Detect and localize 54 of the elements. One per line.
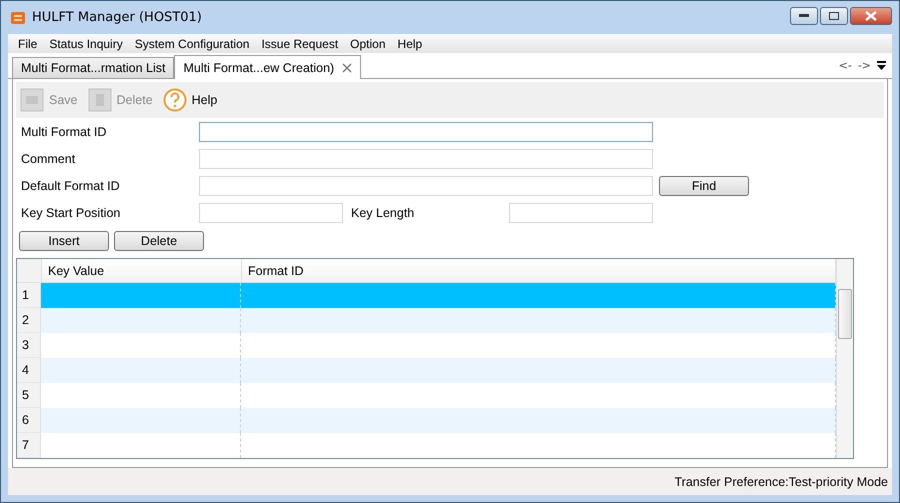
row-number: 6 bbox=[17, 408, 41, 433]
previous-tab-link[interactable]: <- bbox=[838, 59, 852, 72]
tab[interactable]: Multi Format...ew Creation) bbox=[174, 55, 362, 79]
input-field[interactable] bbox=[509, 203, 653, 223]
row-number: 2 bbox=[17, 308, 41, 333]
menu-item[interactable]: System Configuration bbox=[128, 36, 256, 50]
close-icon[interactable] bbox=[342, 62, 352, 72]
trash-icon bbox=[88, 88, 112, 112]
field-label: Comment bbox=[21, 152, 76, 166]
input-field[interactable] bbox=[199, 122, 653, 142]
close-button[interactable] bbox=[850, 6, 892, 24]
table-row[interactable]: 3 bbox=[17, 333, 836, 358]
help-icon bbox=[162, 88, 187, 112]
insert-button[interactable]: Insert bbox=[19, 231, 109, 251]
input-field[interactable] bbox=[199, 176, 653, 196]
status-text: Transfer Preference:Test-priority Mode bbox=[674, 474, 888, 488]
tab[interactable]: Multi Format...rmation List bbox=[12, 57, 174, 78]
field-label: Default Format ID bbox=[21, 179, 121, 193]
scrollbar[interactable] bbox=[836, 259, 853, 458]
row-number: 1 bbox=[17, 283, 41, 308]
dropdown-icon[interactable] bbox=[877, 60, 886, 70]
table-row[interactable]: 1 bbox=[17, 283, 836, 308]
menu-item[interactable]: Help bbox=[392, 36, 428, 50]
table-row[interactable]: 7 bbox=[17, 433, 836, 458]
app-logo-icon bbox=[10, 10, 26, 26]
field-label: Multi Format ID bbox=[21, 125, 108, 139]
close-icon bbox=[865, 10, 877, 20]
maximize-button[interactable] bbox=[820, 6, 848, 24]
menu-item[interactable]: Issue Request bbox=[255, 36, 344, 50]
input-field[interactable] bbox=[199, 203, 343, 223]
row-number: 3 bbox=[17, 333, 41, 358]
minimize-icon bbox=[799, 14, 809, 18]
maximize-icon bbox=[829, 12, 839, 20]
column-header[interactable]: Key Value bbox=[42, 259, 242, 282]
window-title: HULFT Manager (HOST01) bbox=[32, 10, 202, 25]
find-button[interactable]: Find bbox=[659, 176, 749, 196]
row-number: 4 bbox=[17, 358, 41, 383]
menu-item[interactable]: Option bbox=[344, 36, 392, 50]
minimize-button[interactable] bbox=[790, 6, 818, 24]
delete-row-button[interactable]: Delete bbox=[114, 231, 204, 251]
field-label: Key Start Position bbox=[21, 206, 122, 220]
row-number: 7 bbox=[17, 433, 41, 458]
field-label: Key Length bbox=[350, 206, 416, 220]
menu-item[interactable]: Status Inquiry bbox=[43, 36, 129, 50]
next-tab-link[interactable]: -> bbox=[858, 59, 871, 72]
table-row[interactable]: 2 bbox=[17, 308, 836, 333]
help-button[interactable]: Help bbox=[162, 88, 222, 112]
table-row[interactable]: 6 bbox=[17, 408, 836, 433]
table-row[interactable]: 5 bbox=[17, 383, 836, 408]
save-icon bbox=[20, 88, 44, 112]
menu-item[interactable]: File bbox=[12, 36, 44, 50]
row-number: 5 bbox=[17, 383, 41, 408]
input-field[interactable] bbox=[199, 149, 653, 169]
table-row[interactable]: 4 bbox=[17, 358, 836, 383]
